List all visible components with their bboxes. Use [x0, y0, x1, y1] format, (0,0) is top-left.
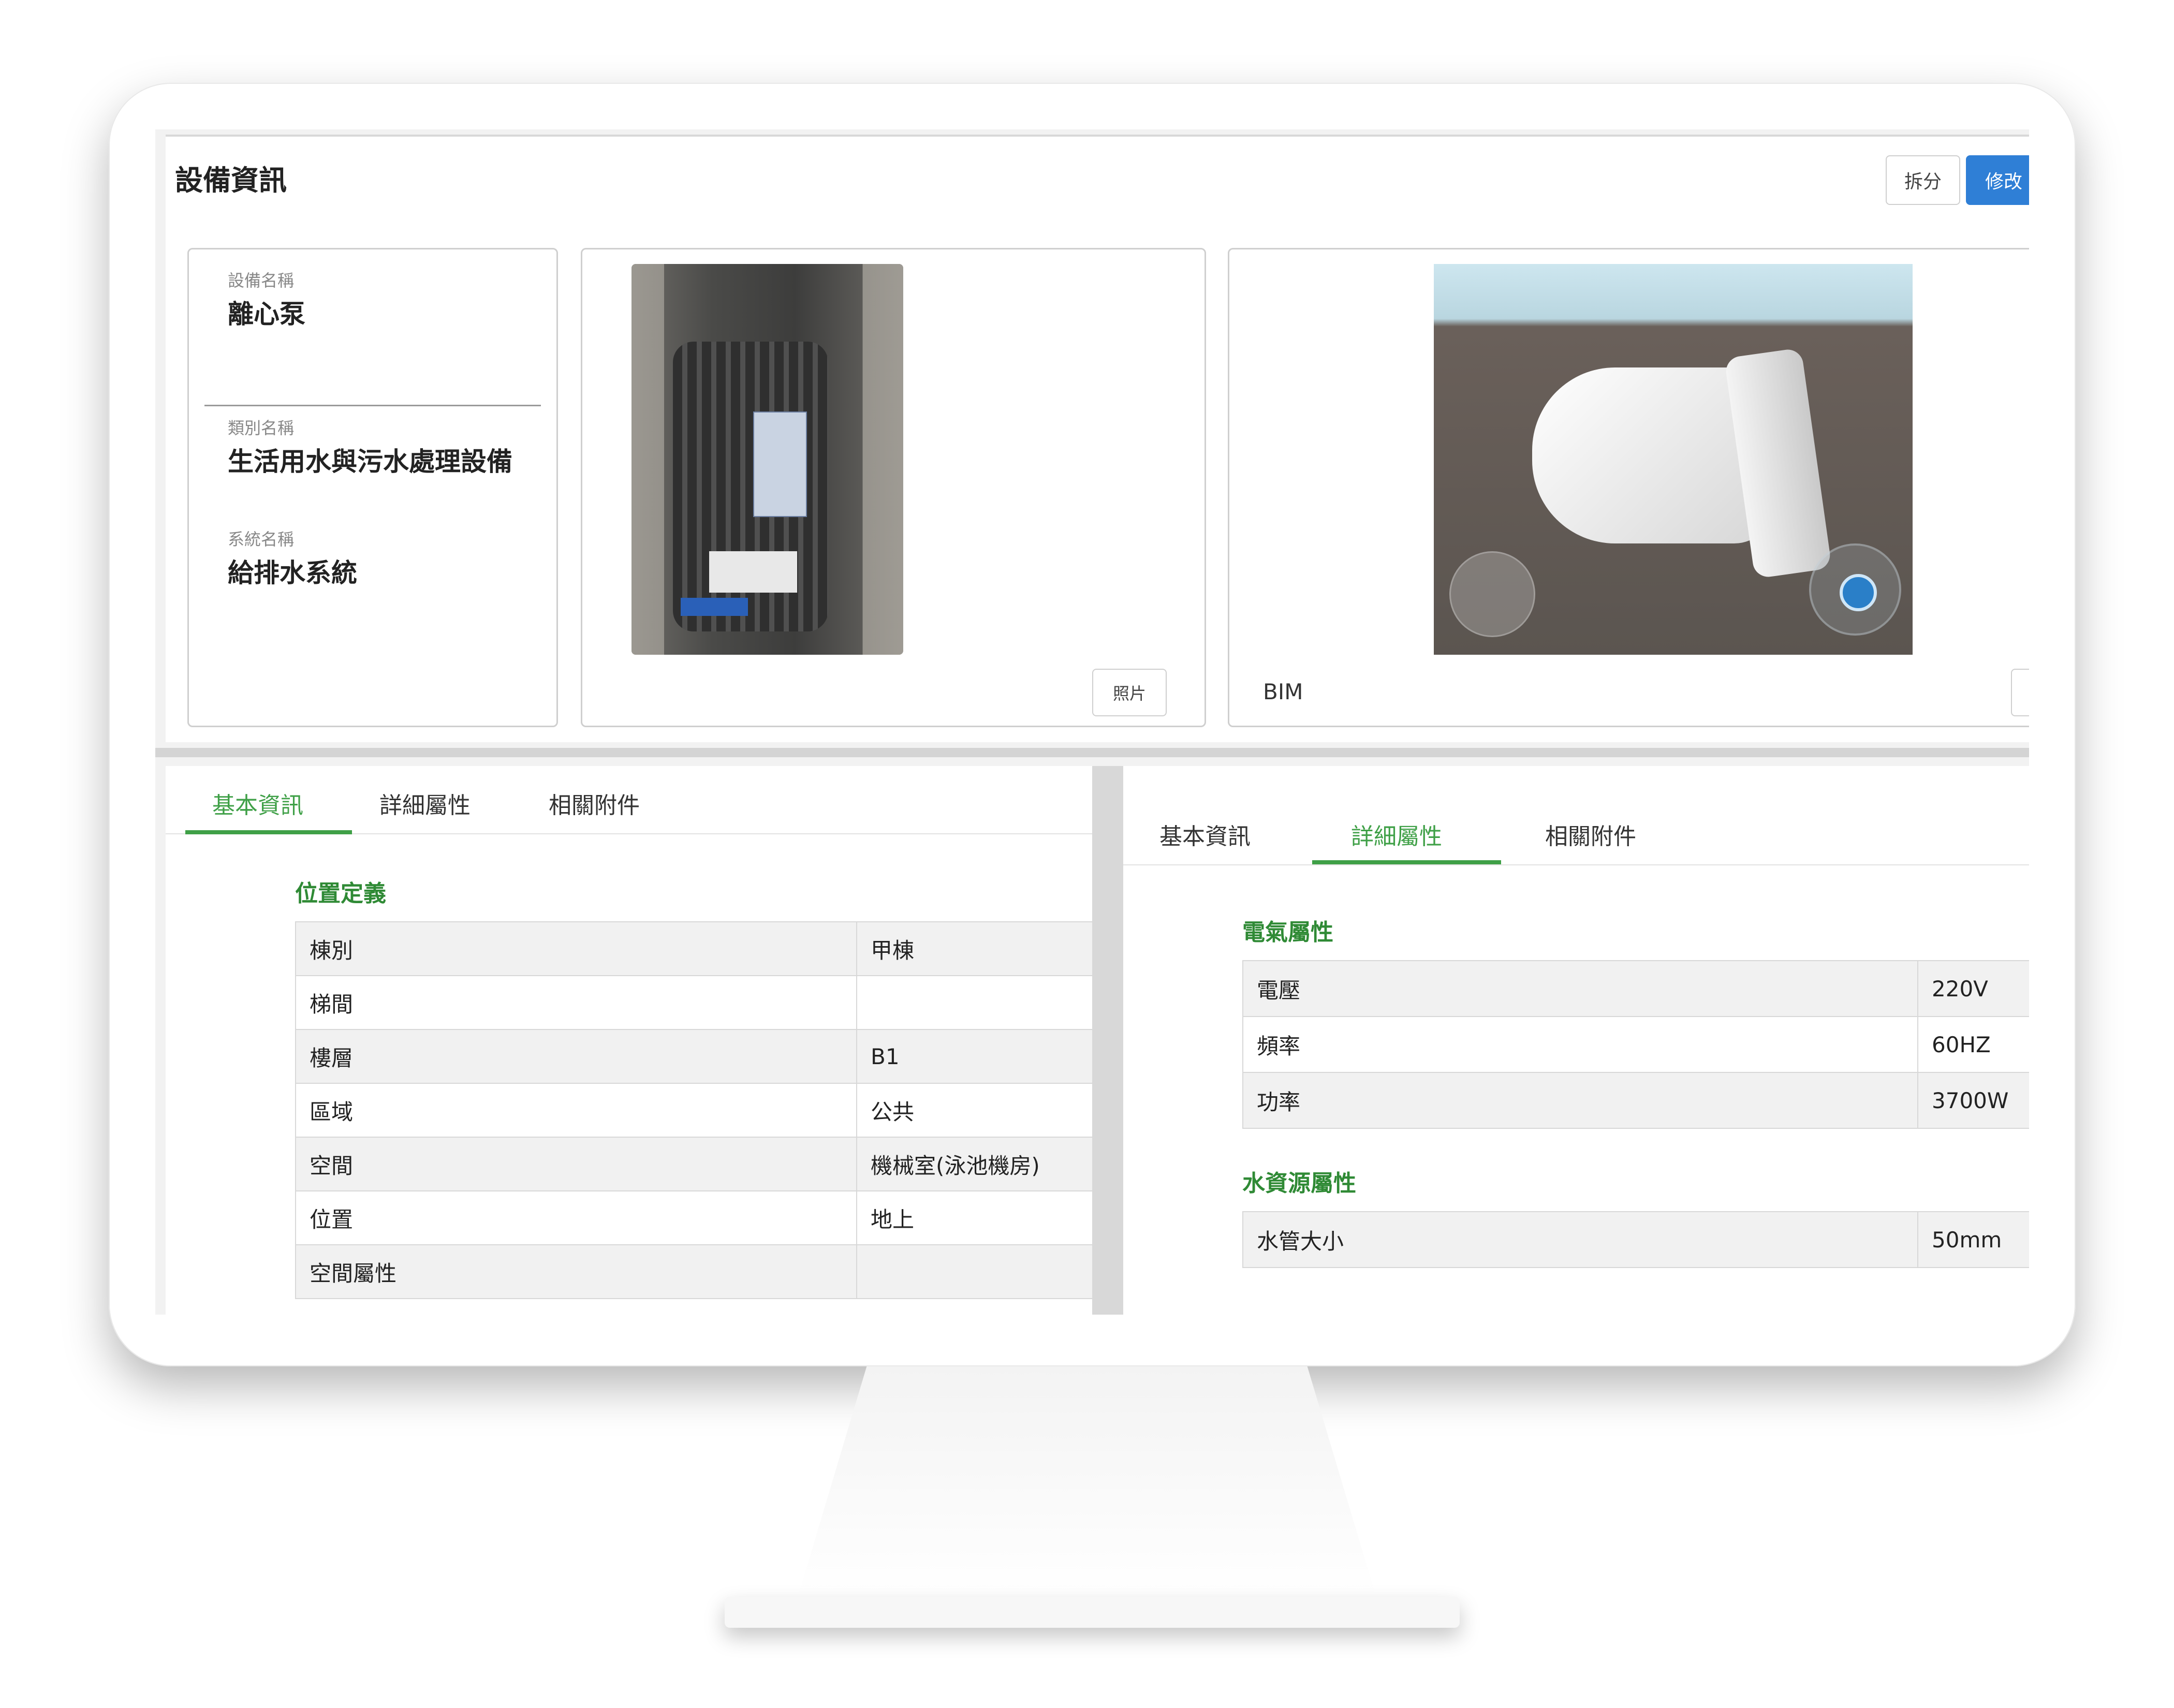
- screen: 設備資訊 拆分 修改 設備名稱 離心泵 類別名稱 生活用水與污水處理設備 系統名…: [155, 129, 2029, 1315]
- row-key: 區域: [295, 1083, 857, 1138]
- bim-label: BIM: [1263, 679, 1303, 704]
- equipment-info-panel: 設備資訊 拆分 修改 設備名稱 離心泵 類別名稱 生活用水與污水處理設備 系統名…: [166, 135, 2029, 742]
- row-value: [856, 1244, 1092, 1299]
- row-key: 樓層: [295, 1029, 857, 1084]
- row-value: 地上: [856, 1190, 1092, 1245]
- splitter-bar[interactable]: [155, 748, 2029, 757]
- split-button[interactable]: 拆分: [1886, 155, 1960, 205]
- electrical-table: 電壓 220V 頻率 60HZ 功率 3700W: [1242, 960, 2029, 1129]
- monitor-stand-base: [725, 1597, 1460, 1628]
- equipment-name-label: 設備名稱: [228, 271, 295, 290]
- panel-gap: [1092, 766, 1123, 1315]
- system-value: 給排水系統: [228, 558, 357, 588]
- table-row: 水管大小 50mm: [1242, 1211, 2029, 1268]
- table-row: 樓層 B1: [295, 1029, 1092, 1084]
- left-detail-panel: 基本資訊 詳細屬性 相關附件 位置定義 棟別 甲棟 梯間 樓層 B1 區域 公共…: [166, 766, 1092, 1315]
- table-row: 棟別 甲棟: [295, 921, 1092, 976]
- category-label: 類別名稱: [228, 418, 295, 438]
- row-key: 空間屬性: [295, 1244, 857, 1299]
- water-table: 水管大小 50mm: [1242, 1211, 2029, 1268]
- row-value: 機械室(泳池機房): [856, 1137, 1092, 1191]
- table-row: 空間屬性: [295, 1244, 1092, 1299]
- row-value: B1: [856, 1029, 1092, 1084]
- eye-pupil-icon: [1840, 574, 1877, 611]
- right-tab-detail[interactable]: 詳細屬性: [1351, 818, 1442, 851]
- table-row: 空間 機械室(泳池機房): [295, 1137, 1092, 1191]
- right-tabs: 基本資訊 詳細屬性 相關附件: [1123, 797, 2029, 865]
- category-value: 生活用水與污水處理設備: [228, 447, 512, 477]
- left-tab-attachments[interactable]: 相關附件: [549, 787, 640, 820]
- location-table: 棟別 甲棟 梯間 樓層 B1 區域 公共 空間 機械室(泳池機房) 位置 地上 …: [295, 921, 1092, 1299]
- photo-blue-tag: [681, 598, 748, 616]
- photo-nameplate: [753, 411, 807, 517]
- photo-button[interactable]: 照片: [1092, 669, 1167, 716]
- equipment-name-value: 離心泵: [228, 299, 305, 329]
- row-value: 甲棟: [856, 921, 1092, 976]
- row-value: [856, 975, 1092, 1030]
- table-row: 電壓 220V: [1242, 960, 2029, 1017]
- row-key: 功率: [1242, 1072, 1918, 1129]
- row-value: 公共: [856, 1083, 1092, 1138]
- table-row: 梯間: [295, 975, 1092, 1030]
- table-row: 功率 3700W: [1242, 1072, 2029, 1129]
- right-detail-panel: 基本資訊 詳細屬性 相關附件 電氣屬性 電壓 220V 頻率 60HZ 功率 3…: [1123, 766, 2029, 1315]
- row-key: 電壓: [1242, 960, 1918, 1017]
- edit-button[interactable]: 修改: [1966, 155, 2029, 205]
- bim-3d-viewer[interactable]: [1434, 264, 1913, 655]
- row-key: 水管大小: [1242, 1211, 1918, 1268]
- bim-card: BIM 3: [1228, 248, 2029, 727]
- row-key: 頻率: [1242, 1016, 1918, 1073]
- equipment-summary-card: 設備名稱 離心泵 類別名稱 生活用水與污水處理設備 系統名稱 給排水系統: [187, 248, 558, 727]
- left-tab-indicator: [185, 830, 352, 834]
- bim-button[interactable]: 3: [2011, 669, 2029, 716]
- photo-card: 照片: [581, 248, 1206, 727]
- table-row: 位置 地上: [295, 1190, 1092, 1245]
- monitor-stand-neck: [797, 1366, 1377, 1599]
- monitor-frame: 設備資訊 拆分 修改 設備名稱 離心泵 類別名稱 生活用水與污水處理設備 系統名…: [109, 83, 2076, 1366]
- photo-label-tag: [709, 551, 797, 593]
- row-key: 空間: [295, 1137, 857, 1191]
- row-key: 位置: [295, 1190, 857, 1245]
- table-row: 頻率 60HZ: [1242, 1016, 2029, 1073]
- view-eye-icon[interactable]: [1809, 543, 1901, 636]
- table-row: 區域 公共: [295, 1083, 1092, 1138]
- right-tab-basic[interactable]: 基本資訊: [1159, 818, 1251, 851]
- location-section-title: 位置定義: [295, 880, 386, 907]
- divider: [204, 405, 541, 406]
- right-tab-attachments[interactable]: 相關附件: [1545, 818, 1636, 851]
- left-tab-basic[interactable]: 基本資訊: [212, 787, 303, 820]
- row-value: 3700W: [1917, 1072, 2029, 1129]
- row-value: 60HZ: [1917, 1016, 2029, 1073]
- page-title: 設備資訊: [175, 164, 287, 197]
- row-key: 棟別: [295, 921, 857, 976]
- bim-pump-model: [1724, 347, 1832, 579]
- system-label: 系統名稱: [228, 529, 295, 549]
- left-tab-detail[interactable]: 詳細屬性: [379, 787, 471, 820]
- row-key: 梯間: [295, 975, 857, 1030]
- water-section-title: 水資源屬性: [1242, 1170, 1356, 1197]
- row-value: 50mm: [1917, 1211, 2029, 1268]
- dpad-control-icon[interactable]: [1449, 551, 1535, 637]
- row-value: 220V: [1917, 960, 2029, 1017]
- left-tabs: 基本資訊 詳細屬性 相關附件: [166, 766, 1092, 834]
- right-tab-indicator: [1312, 860, 1501, 864]
- equipment-photo[interactable]: [631, 264, 903, 655]
- electrical-section-title: 電氣屬性: [1242, 919, 1333, 946]
